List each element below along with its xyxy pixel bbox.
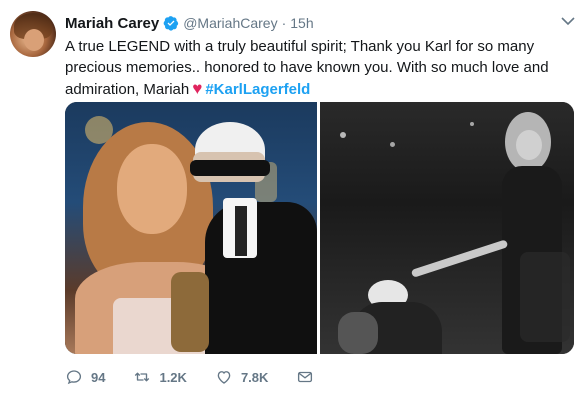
reply-icon	[66, 370, 82, 385]
suit-shape	[205, 202, 317, 354]
gown-fold-shape	[520, 252, 570, 342]
verified-badge-icon	[163, 16, 179, 31]
retweet-count: 1.2K	[159, 369, 187, 385]
like-icon	[217, 371, 231, 384]
author-name[interactable]: Mariah Carey	[65, 15, 159, 32]
light-dot	[390, 142, 395, 147]
tweet-time[interactable]: 15h	[290, 15, 313, 31]
light-dot	[340, 132, 346, 138]
photo-left[interactable]	[65, 102, 317, 354]
avatar-face	[24, 29, 44, 51]
retweet-icon	[135, 372, 150, 382]
separator-dot: ·	[281, 15, 287, 31]
light-dot	[470, 122, 474, 126]
message-icon	[298, 371, 313, 383]
chevron-down-icon[interactable]	[561, 16, 575, 26]
hashtag-link[interactable]: #KarlLagerfeld	[205, 81, 310, 98]
media-grid[interactable]	[65, 102, 574, 354]
author-handle[interactable]: @MariahCarey	[183, 15, 277, 31]
face-shape	[117, 144, 187, 234]
tweet-text: A true LEGEND with a truly beautiful spi…	[65, 36, 575, 100]
tweet-header: Mariah Carey @MariahCarey · 15h	[65, 13, 314, 33]
photo-right[interactable]	[320, 102, 574, 354]
message-button[interactable]	[296, 368, 314, 386]
trophy-shape	[171, 272, 209, 352]
arm-shape	[410, 239, 509, 278]
like-count: 7.8K	[240, 369, 269, 385]
sunglasses-shape	[190, 160, 270, 176]
face-shape	[516, 130, 542, 160]
tie-shape	[235, 206, 247, 256]
heart-emoji: ♥	[192, 79, 203, 98]
sleeve-shape	[338, 312, 378, 354]
avatar[interactable]	[10, 11, 56, 57]
reply-button[interactable]: 94	[65, 368, 105, 386]
reply-count: 94	[91, 369, 106, 385]
like-button[interactable]: 7.8K	[215, 368, 268, 386]
tweet-actions: 94 1.2K 7.8K	[65, 366, 342, 388]
retweet-button[interactable]: 1.2K	[133, 368, 187, 386]
tweet-card[interactable]: Mariah Carey @MariahCarey · 15h A true L…	[0, 0, 587, 402]
